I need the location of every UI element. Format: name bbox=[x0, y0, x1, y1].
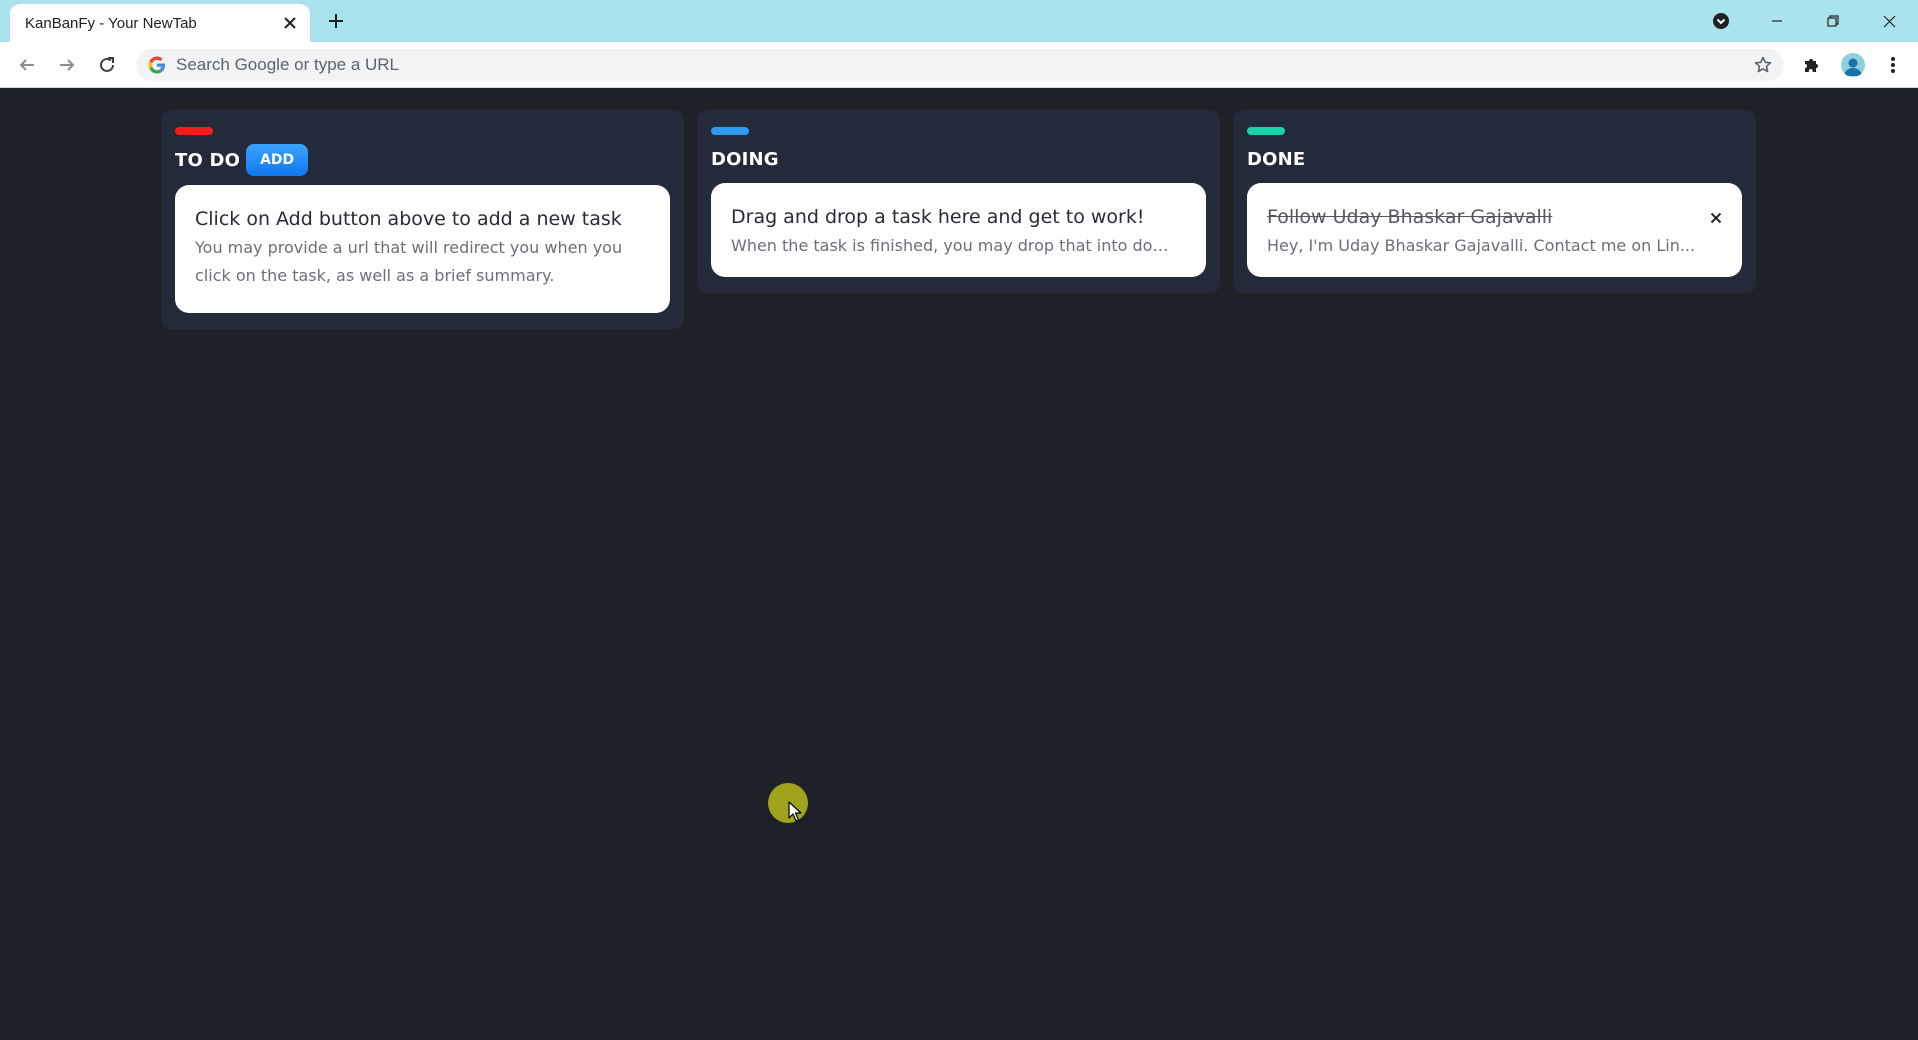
column-accent-bar bbox=[711, 127, 749, 135]
minimize-icon[interactable] bbox=[1754, 4, 1800, 38]
kanban-board: TO DO ADD Click on Add button above to a… bbox=[0, 89, 1918, 1040]
task-description: When the task is finished, you may drop … bbox=[731, 236, 1178, 255]
avatar-icon bbox=[1841, 53, 1865, 77]
browser-tabstrip: KanBanFy - Your NewTab bbox=[0, 0, 1918, 42]
column-doing[interactable]: DOING Drag and drop a task here and get … bbox=[697, 110, 1220, 293]
extensions-puzzle-icon[interactable] bbox=[1797, 50, 1827, 80]
browser-toolbar bbox=[0, 42, 1918, 88]
kebab-menu-icon[interactable] bbox=[1878, 50, 1908, 80]
google-g-icon bbox=[148, 56, 165, 74]
column-header: TO DO ADD bbox=[175, 144, 670, 176]
add-task-button[interactable]: ADD bbox=[246, 144, 309, 176]
tab-close-icon[interactable] bbox=[280, 13, 300, 33]
column-header: DONE bbox=[1247, 146, 1742, 172]
restore-icon[interactable] bbox=[1810, 4, 1856, 38]
task-description: Hey, I'm Uday Bhaskar Gajavalli. Contact… bbox=[1267, 236, 1696, 255]
new-tab-icon[interactable] bbox=[322, 9, 350, 33]
omnibox-input[interactable] bbox=[176, 49, 1696, 81]
close-window-icon[interactable] bbox=[1866, 4, 1912, 38]
column-title: DONE bbox=[1247, 148, 1306, 170]
forward-arrow-icon[interactable] bbox=[52, 50, 82, 80]
task-title[interactable]: Follow Uday Bhaskar Gajavalli bbox=[1267, 204, 1722, 230]
browser-tab[interactable]: KanBanFy - Your NewTab bbox=[10, 4, 310, 42]
reload-icon[interactable] bbox=[92, 50, 122, 80]
column-accent-bar bbox=[175, 127, 213, 135]
column-title: DOING bbox=[711, 148, 779, 170]
task-card[interactable]: Drag and drop a task here and get to wor… bbox=[711, 183, 1206, 277]
task-card[interactable]: Follow Uday Bhaskar Gajavalli Hey, I'm U… bbox=[1247, 183, 1742, 277]
column-title: TO DO bbox=[175, 149, 241, 171]
task-card[interactable]: Click on Add button above to add a new t… bbox=[175, 185, 670, 313]
task-title[interactable]: Click on Add button above to add a new t… bbox=[195, 206, 650, 232]
profile-avatar[interactable] bbox=[1838, 50, 1868, 80]
bookmark-star-icon[interactable] bbox=[1752, 54, 1774, 76]
task-description: You may provide a url that will redirect… bbox=[195, 238, 623, 285]
back-arrow-icon[interactable] bbox=[12, 50, 42, 80]
mouse-cursor-icon bbox=[788, 801, 802, 822]
tab-search-icon[interactable] bbox=[1709, 9, 1733, 33]
task-title[interactable]: Drag and drop a task here and get to wor… bbox=[731, 204, 1186, 230]
column-header: DOING bbox=[711, 146, 1206, 172]
column-todo[interactable]: TO DO ADD Click on Add button above to a… bbox=[161, 110, 684, 329]
column-accent-bar bbox=[1247, 127, 1285, 135]
address-bar[interactable] bbox=[136, 49, 1784, 81]
column-done[interactable]: DONE Follow Uday Bhaskar Gajavalli Hey, … bbox=[1233, 110, 1756, 293]
delete-task-close-icon[interactable] bbox=[1706, 208, 1726, 228]
tab-title: KanBanFy - Your NewTab bbox=[25, 15, 197, 32]
